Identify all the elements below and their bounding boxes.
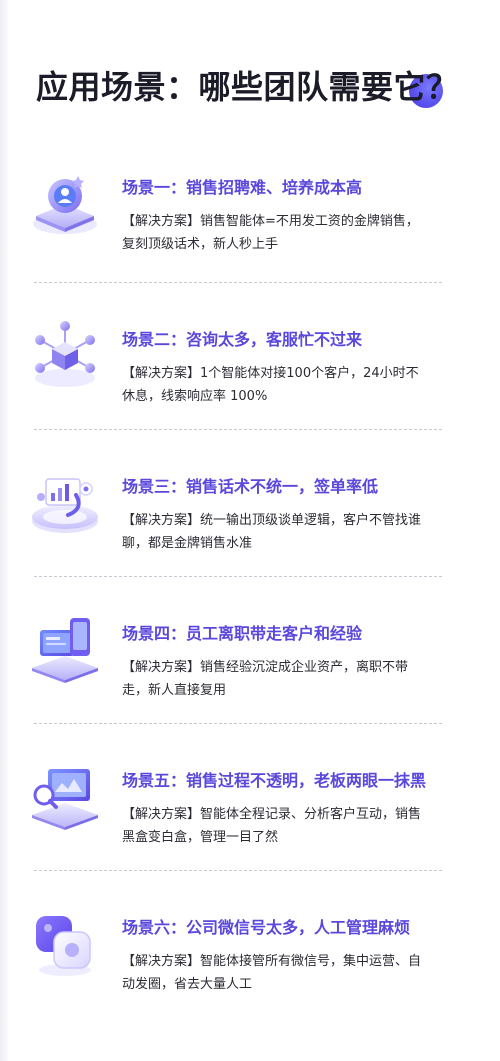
monitor-magnifier-icon <box>28 759 102 833</box>
analytics-platform-icon <box>28 465 102 539</box>
scene-title: 场景三：销售话术不统一，签单率低 <box>122 477 379 496</box>
scene-title: 场景一：销售招聘难、培养成本高 <box>122 178 363 197</box>
scene-title: 场景六：公司微信号太多，人工管理麻烦 <box>122 918 411 937</box>
scene-card-3: 场景三：销售话术不统一，签单率低 【解决方案】统一输出顶级谈单逻辑，客户不管找谁… <box>0 449 500 595</box>
scene-description: 【解决方案】销售经验沉淀成企业资产，离职不带走，新人直接复用 <box>122 660 409 698</box>
page-title: 应用场景：哪些团队需要它？ <box>36 68 459 106</box>
scene-description: 【解决方案】1个智能体对接100个客户，24小时不休息，线索响应率 100% <box>122 366 419 404</box>
scene-card-1: 场景一：销售招聘难、培养成本高 【解决方案】销售智能体=不用发工资的金牌销售，复… <box>0 150 500 296</box>
scene-description: 【解决方案】智能体全程记录、分析客户互动，销售黑盒变白盒，管理一目了然 <box>122 807 422 845</box>
section-divider <box>34 282 442 283</box>
scene-description: 【解决方案】智能体接管所有微信号，集中运营、自动发圈，省去大量人工 <box>122 954 422 992</box>
section-divider <box>34 723 442 724</box>
scene-card-6: 场景六：公司微信号太多，人工管理麻烦 【解决方案】智能体接管所有微信号，集中运营… <box>0 890 500 1036</box>
scene-title: 场景五：销售过程不透明，老板两眼一抹黑 <box>122 771 427 790</box>
user-badge-platform-icon <box>28 166 102 240</box>
scene-card-4: 场景四：员工离职带走客户和经验 【解决方案】销售经验沉淀成企业资产，离职不带走，… <box>0 596 500 742</box>
scene-card-5: 场景五：销售过程不透明，老板两眼一抹黑 【解决方案】智能体全程记录、分析客户互动… <box>0 743 500 889</box>
stacked-squares-icon <box>28 906 102 980</box>
section-divider <box>34 576 442 577</box>
scene-title: 场景二：咨询太多，客服忙不过来 <box>122 330 363 349</box>
network-cube-icon <box>28 318 102 392</box>
section-divider <box>34 870 442 871</box>
laptop-phone-icon <box>28 612 102 686</box>
section-divider <box>34 429 442 430</box>
scene-card-2: 场景二：咨询太多，客服忙不过来 【解决方案】1个智能体对接100个客户，24小时… <box>0 302 500 448</box>
scene-description: 【解决方案】销售智能体=不用发工资的金牌销售，复刻顶级话术，新人秒上手 <box>122 214 419 252</box>
scene-title: 场景四：员工离职带走客户和经验 <box>122 624 363 643</box>
scene-description: 【解决方案】统一输出顶级谈单逻辑，客户不管找谁聊，都是金牌销售水准 <box>122 513 422 551</box>
